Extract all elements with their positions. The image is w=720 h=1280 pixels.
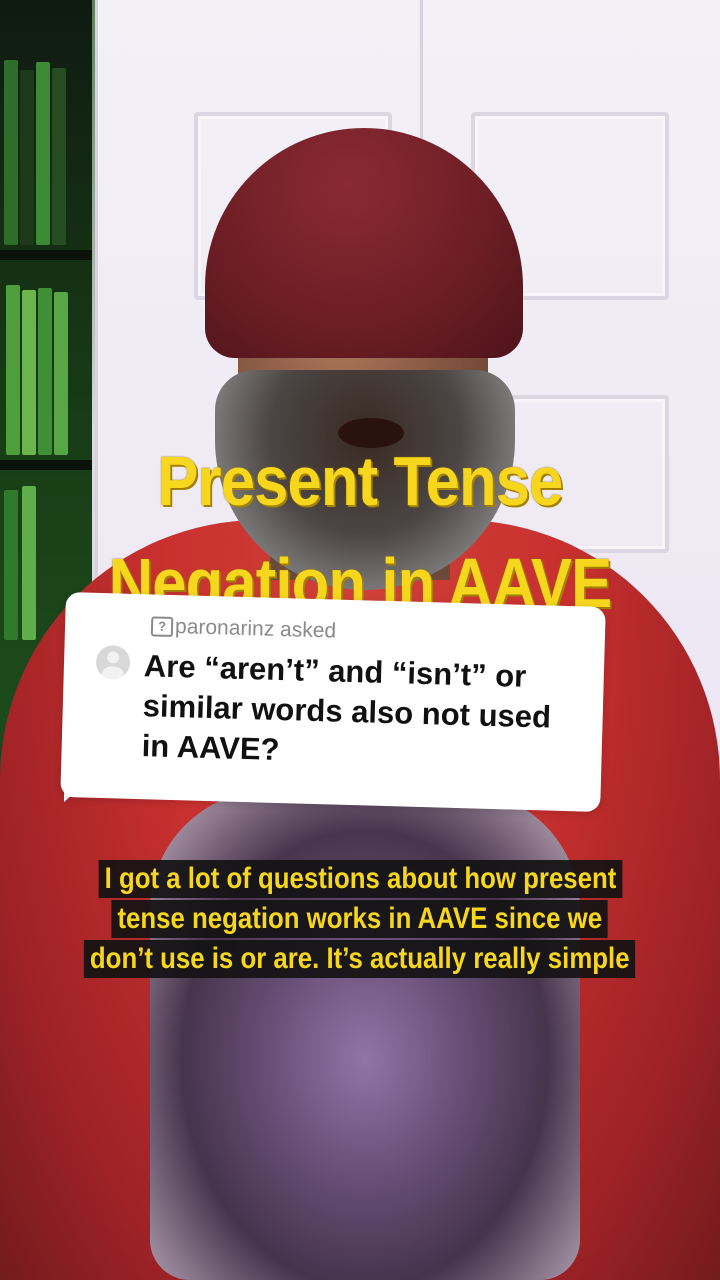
- question-bubble-icon: ?: [150, 616, 174, 637]
- comment-reply-card[interactable]: ? paronarinz asked Are “aren’t” and “isn…: [60, 592, 606, 812]
- book: [38, 288, 52, 455]
- caption-line: don’t use is or are. It’s actually reall…: [84, 940, 636, 978]
- book: [4, 60, 18, 245]
- user-avatar[interactable]: [95, 644, 131, 680]
- book: [20, 70, 34, 245]
- book: [36, 62, 50, 245]
- comment-username[interactable]: paronarinz asked: [175, 615, 337, 643]
- book: [4, 490, 18, 640]
- shelf-board: [0, 250, 92, 260]
- comment-header: ? paronarinz asked: [150, 614, 337, 643]
- title-line-1: Present Tense: [157, 442, 563, 520]
- book: [54, 292, 68, 455]
- book: [22, 290, 36, 455]
- book: [52, 68, 66, 245]
- book: [22, 486, 36, 640]
- comment-question: Are “aren’t” and “isn’t” or similar word…: [141, 648, 552, 768]
- caption-line: I got a lot of questions about how prese…: [98, 860, 622, 898]
- book: [6, 285, 20, 455]
- caption-block: I got a lot of questions about how prese…: [0, 860, 720, 980]
- video-frame[interactable]: Present Tense Negation in AAVE ? paronar…: [0, 0, 720, 1280]
- caption-line: tense negation works in AAVE since we: [111, 900, 609, 938]
